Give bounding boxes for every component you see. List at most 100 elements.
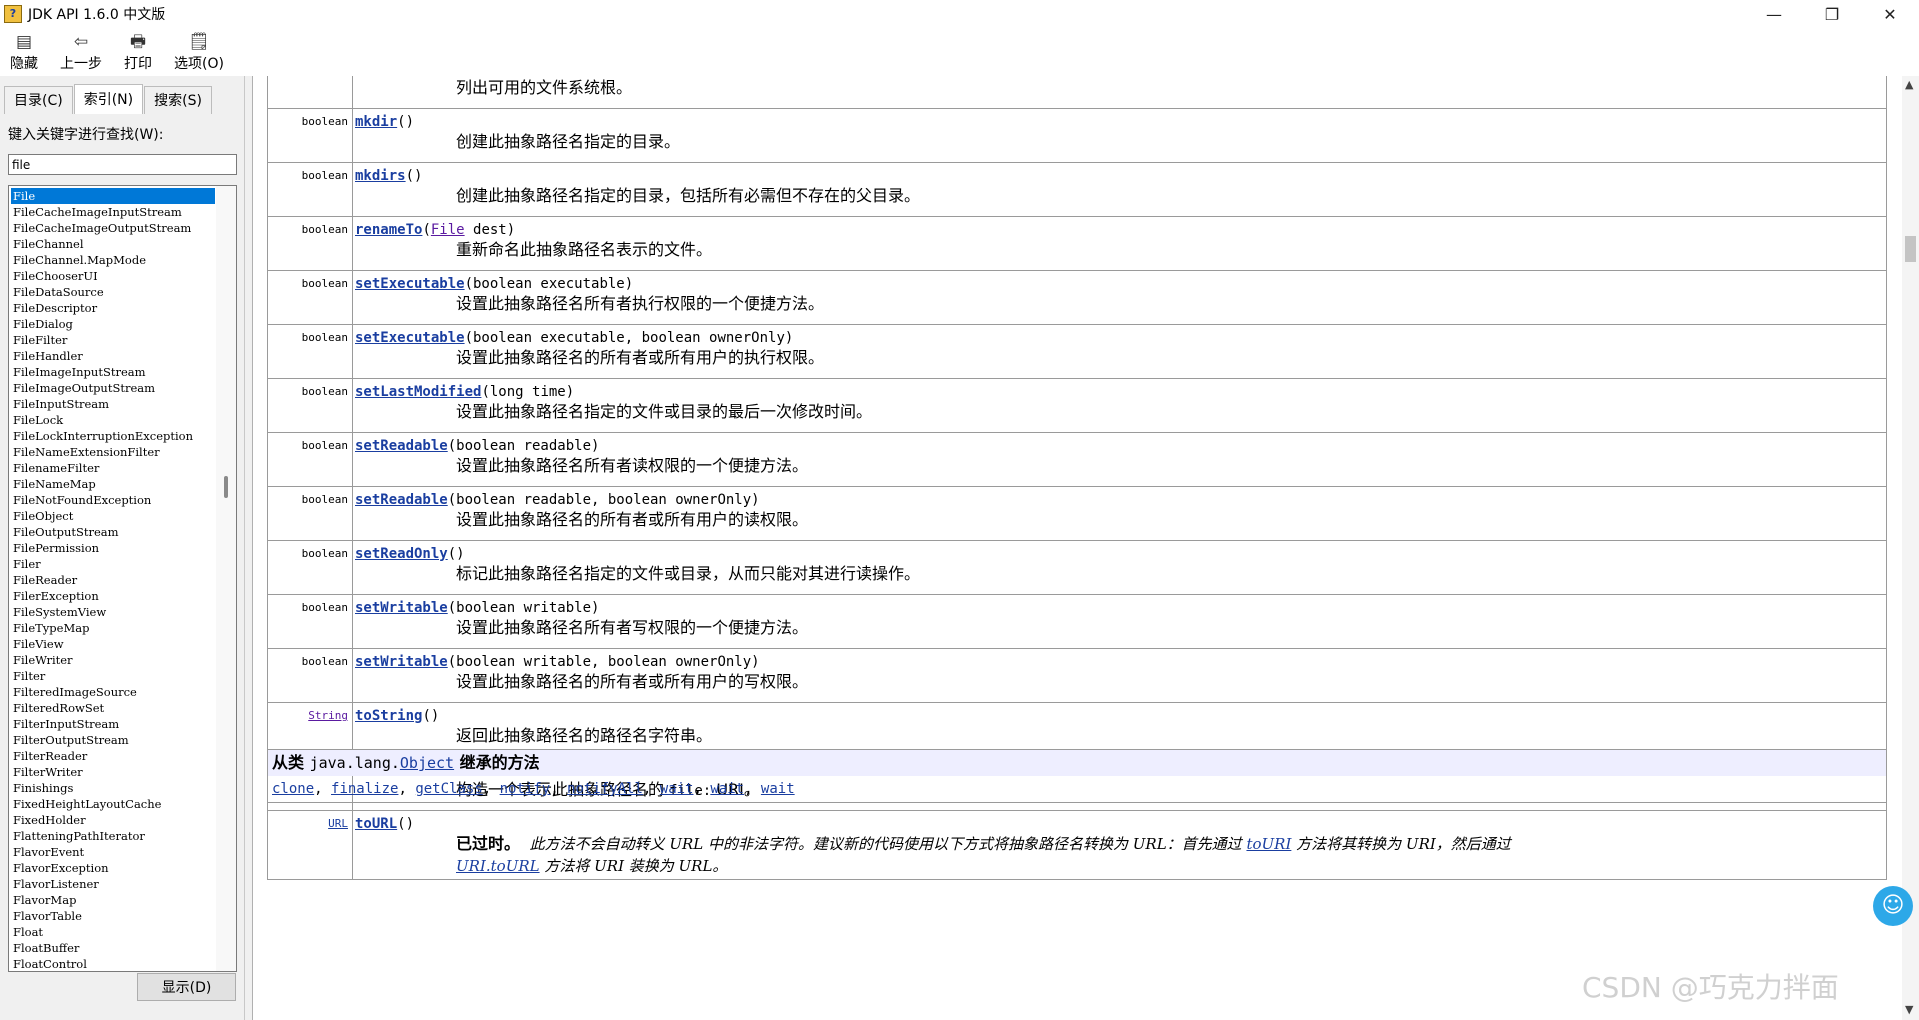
inherited-method-link[interactable]: finalize — [331, 781, 398, 797]
display-button[interactable]: 显示(D) — [137, 973, 236, 1001]
method-name-link[interactable]: setReadable — [355, 438, 448, 454]
return-type: boolean — [267, 378, 353, 433]
index-list-item[interactable]: FileDialog — [11, 316, 215, 332]
index-list-item[interactable]: FileFilter — [11, 332, 215, 348]
tab-search[interactable]: 搜索(S) — [144, 86, 212, 114]
index-list-item[interactable]: FileOutputStream — [11, 524, 215, 540]
method-name-link[interactable]: mkdir — [355, 114, 397, 130]
index-list-item[interactable]: FileNameMap — [11, 476, 215, 492]
chat-bubble-icon[interactable]: ☺ — [1873, 886, 1913, 926]
param-type-link[interactable]: File — [431, 222, 465, 238]
touri-link[interactable]: toURI — [1246, 835, 1291, 853]
keyword-input[interactable] — [8, 154, 237, 175]
index-list-item[interactable]: FilteredRowSet — [11, 700, 215, 716]
index-list-item[interactable]: FloatBuffer — [11, 940, 215, 956]
index-list-item[interactable]: FlavorEvent — [11, 844, 215, 860]
scroll-down-icon[interactable]: ▼ — [1905, 1003, 1913, 1016]
index-list-item[interactable]: Float — [11, 924, 215, 940]
index-list-item[interactable]: FileView — [11, 636, 215, 652]
method-name-link[interactable]: setExecutable — [355, 330, 465, 346]
inherited-method-link[interactable]: wait — [761, 781, 795, 797]
index-list-item[interactable]: FlavorTable — [11, 908, 215, 924]
index-list-item[interactable]: FilenameFilter — [11, 460, 215, 476]
method-name-link[interactable]: setLastModified — [355, 384, 481, 400]
method-name-link[interactable]: setExecutable — [355, 276, 465, 292]
index-list-item[interactable]: FileImageInputStream — [11, 364, 215, 380]
index-list-item[interactable]: FileLock — [11, 412, 215, 428]
index-list-item[interactable]: Filer — [11, 556, 215, 572]
index-list-item[interactable]: FlatteningPathIterator — [11, 828, 215, 844]
index-list-scrollbar[interactable] — [216, 186, 236, 971]
index-list[interactable]: File FileCacheImageInputStream FileCacheIm… — [8, 185, 237, 972]
inherited-method-link[interactable]: notifyAll — [567, 781, 643, 797]
maximize-button[interactable]: ❐ — [1803, 0, 1861, 28]
method-name-link[interactable]: setReadOnly — [355, 546, 448, 562]
inherited-method-link[interactable]: wait — [710, 781, 744, 797]
index-list-item[interactable]: FilerException — [11, 588, 215, 604]
index-list-item[interactable]: Finishings — [11, 780, 215, 796]
options-label: 选项(O) — [174, 56, 224, 72]
index-list-item[interactable]: File — [11, 188, 215, 204]
inherited-method-link[interactable]: notify — [500, 781, 551, 797]
index-list-item[interactable]: FixedHeightLayoutCache — [11, 796, 215, 812]
content-scrollbar[interactable]: ▲ ▼ — [1902, 76, 1919, 1020]
index-list-item[interactable]: FileChooserUI — [11, 268, 215, 284]
index-list-item[interactable]: FlavorListener — [11, 876, 215, 892]
index-list-item[interactable]: FileHandler — [11, 348, 215, 364]
index-list-item[interactable]: FlavorMap — [11, 892, 215, 908]
method-name-link[interactable]: setReadable — [355, 492, 448, 508]
index-list-item[interactable]: FileCacheImageOutputStream — [11, 220, 215, 236]
method-name-link[interactable]: setWritable — [355, 600, 448, 616]
index-list-item[interactable]: FilterOutputStream — [11, 732, 215, 748]
print-button[interactable]: 🖶 打印 — [124, 28, 152, 73]
object-class-link[interactable]: Object — [400, 754, 454, 772]
print-label: 打印 — [124, 56, 152, 72]
index-list-item[interactable]: Filter — [11, 668, 215, 684]
pane-splitter[interactable] — [245, 76, 253, 1020]
content-scroll-thumb[interactable] — [1905, 236, 1916, 262]
index-list-item[interactable]: FileChannel — [11, 236, 215, 252]
hide-button[interactable]: ▤ 隐藏 — [10, 28, 38, 73]
index-list-item[interactable]: FixedHolder — [11, 812, 215, 828]
method-name-link[interactable]: mkdirs — [355, 168, 406, 184]
index-list-item[interactable]: FileNotFoundException — [11, 492, 215, 508]
index-list-item[interactable]: FileObject — [11, 508, 215, 524]
scroll-up-icon[interactable]: ▲ — [1905, 78, 1913, 91]
index-list-item[interactable]: FloatControl — [11, 956, 215, 971]
close-button[interactable]: ✕ — [1861, 0, 1919, 28]
index-list-item[interactable]: FlavorException — [11, 860, 215, 876]
index-list-item[interactable]: FilterReader — [11, 748, 215, 764]
index-list-item[interactable]: FileLockInterruptionException — [11, 428, 215, 444]
index-list-item[interactable]: FileDataSource — [11, 284, 215, 300]
tab-index[interactable]: 索引(N) — [73, 84, 144, 114]
inherited-method-link[interactable]: wait — [660, 781, 694, 797]
method-description: 列出可用的文件系统根。 — [456, 78, 633, 97]
index-list-item[interactable]: FileTypeMap — [11, 620, 215, 636]
options-button[interactable]: 🗒 选项(O) — [174, 28, 224, 73]
uri-tourl-link[interactable]: URI.toURL — [456, 857, 540, 875]
method-name-link[interactable]: toString — [355, 708, 422, 724]
inherited-method-link[interactable]: getClass — [415, 781, 482, 797]
index-list-item[interactable]: FileNameExtensionFilter — [11, 444, 215, 460]
minimize-button[interactable]: — — [1745, 0, 1803, 28]
index-list-item[interactable]: FileWriter — [11, 652, 215, 668]
index-list-item[interactable]: FileReader — [11, 572, 215, 588]
inherited-method-link[interactable]: clone — [272, 781, 314, 797]
index-list-item[interactable]: FileChannel.MapMode — [11, 252, 215, 268]
index-list-scroll-thumb[interactable] — [224, 476, 228, 498]
method-name-link[interactable]: toURL — [355, 816, 397, 832]
index-list-item[interactable]: FilterInputStream — [11, 716, 215, 732]
back-button[interactable]: ⇦ 上一步 — [60, 28, 102, 73]
index-list-item[interactable]: FileDescriptor — [11, 300, 215, 316]
return-type[interactable]: URL — [267, 810, 353, 880]
index-list-item[interactable]: FileSystemView — [11, 604, 215, 620]
tab-contents[interactable]: 目录(C) — [4, 86, 73, 114]
index-list-item[interactable]: FileCacheImageInputStream — [11, 204, 215, 220]
method-name-link[interactable]: renameTo — [355, 222, 422, 238]
index-list-item[interactable]: FileImageOutputStream — [11, 380, 215, 396]
index-list-item[interactable]: FilterWriter — [11, 764, 215, 780]
index-list-item[interactable]: FileInputStream — [11, 396, 215, 412]
index-list-item[interactable]: FilePermission — [11, 540, 215, 556]
index-list-item[interactable]: FilteredImageSource — [11, 684, 215, 700]
method-name-link[interactable]: setWritable — [355, 654, 448, 670]
